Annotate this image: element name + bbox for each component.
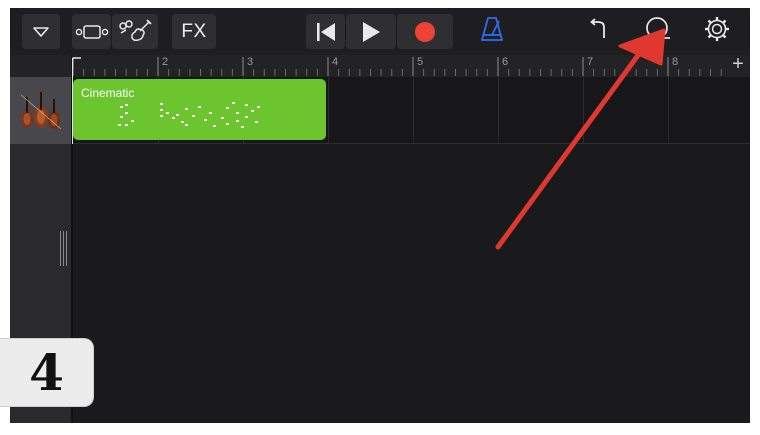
empty-tracks-area[interactable] (73, 144, 750, 423)
loop-browser-button[interactable] (642, 14, 674, 49)
track-header[interactable] (10, 77, 71, 144)
ruler-ticks (72, 57, 722, 76)
instrument-controls-button[interactable] (112, 14, 158, 49)
bar-number-4: 4 (332, 56, 339, 68)
add-track-button[interactable]: + (728, 54, 748, 75)
instrument-controls-icon (118, 18, 152, 45)
fx-label: FX (181, 20, 207, 42)
bar-grid-line (413, 77, 414, 144)
bar-number-3: 3 (247, 56, 254, 68)
playhead-handle-icon[interactable] (71, 56, 82, 74)
loop-browser-icon (644, 16, 672, 47)
garageband-screen: FX 2 3 4 5 6 7 8 + Cinematic (10, 8, 750, 423)
step-badge: 4 (0, 338, 94, 407)
step-number: 4 (29, 343, 64, 402)
browser-view-button[interactable] (72, 14, 111, 49)
bar-number-2: 2 (162, 56, 169, 68)
record-icon (414, 21, 436, 43)
settings-button[interactable] (700, 14, 734, 49)
go-to-start-icon (315, 22, 337, 42)
play-button[interactable] (346, 14, 396, 49)
undo-icon (588, 18, 610, 45)
play-icon (361, 21, 381, 43)
timeline-ruler[interactable]: 1 2 3 4 5 6 7 8 + (10, 54, 750, 77)
header-resize-handle[interactable] (60, 231, 68, 266)
track-list-toggle-button[interactable] (22, 14, 60, 49)
bar-grid-line (328, 77, 329, 144)
bar-number-5: 5 (417, 56, 424, 68)
bar-grid-line (498, 77, 499, 144)
bar-grid-line (583, 77, 584, 144)
record-button[interactable] (397, 14, 453, 49)
bar-number-8: 8 (672, 56, 679, 68)
audio-region[interactable]: Cinematic (73, 79, 326, 140)
triangle-down-icon (32, 26, 50, 38)
violin-ensemble-icon (17, 89, 65, 138)
bar-grid-line (668, 77, 669, 144)
bar-number-6: 6 (502, 56, 509, 68)
toolbar: FX (10, 8, 750, 55)
gear-icon (703, 15, 731, 48)
region-notes (118, 102, 260, 128)
bar-number-7: 7 (587, 56, 594, 68)
go-to-start-button[interactable] (306, 14, 345, 49)
metronome-icon (480, 16, 504, 47)
metronome-button[interactable] (476, 14, 508, 49)
fx-button[interactable]: FX (172, 14, 216, 49)
undo-button[interactable] (584, 14, 614, 49)
browser-view-icon (75, 24, 109, 40)
